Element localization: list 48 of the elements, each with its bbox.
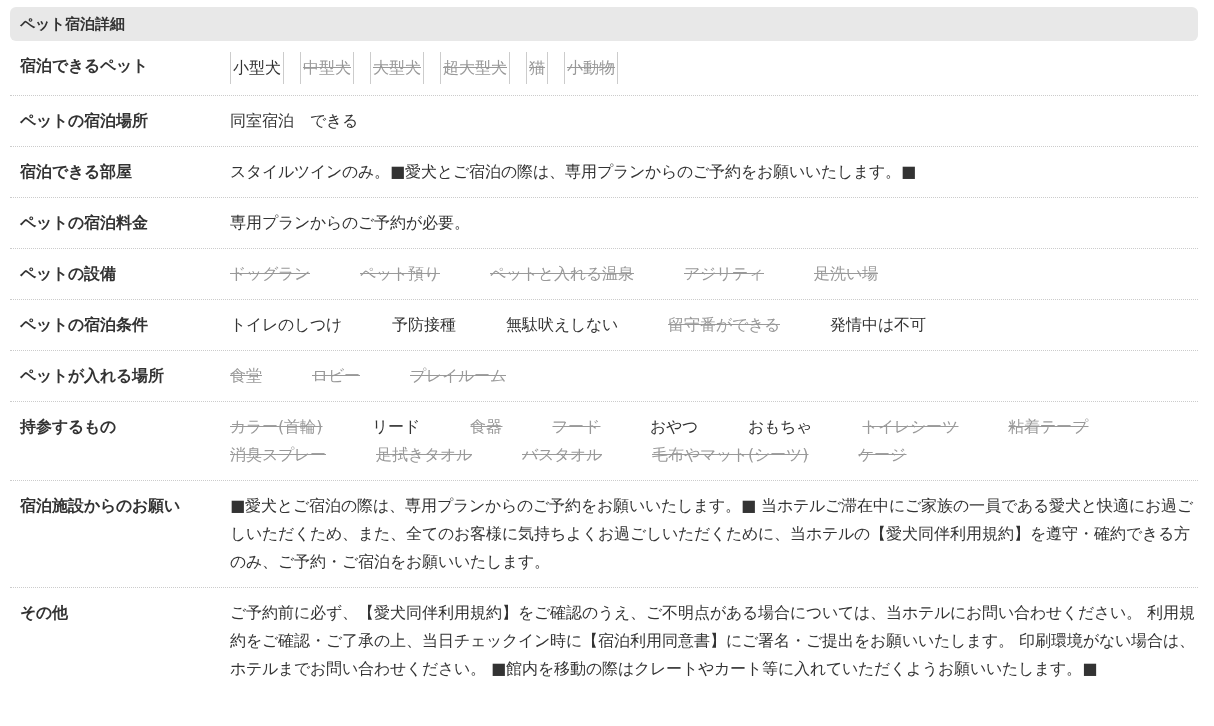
option-label: カラー(首輪) xyxy=(230,416,323,438)
row-label: 持参するもの xyxy=(20,417,116,436)
row-label: ペットの宿泊料金 xyxy=(20,213,148,232)
detail-text: スタイルツインのみ。■愛犬とご宿泊の際は、専用プランからのご予約をお願いいたします。■ xyxy=(230,161,918,183)
row-label: ペットの宿泊条件 xyxy=(20,315,148,334)
option-label: 食堂 xyxy=(230,365,262,387)
row-label: その他 xyxy=(20,603,68,622)
row-label: 宿泊施設からのお願い xyxy=(20,496,180,515)
option-label: ロビー xyxy=(312,365,360,387)
row-label: 宿泊できる部屋 xyxy=(20,162,132,181)
section-title: ペット宿泊詳細 xyxy=(20,15,125,33)
option-label: おもちゃ xyxy=(748,416,813,438)
option-label: 発情中は不可 xyxy=(830,314,926,336)
option-label: 留守番ができる xyxy=(668,314,780,336)
option-label: おやつ xyxy=(650,416,699,438)
option-label: 小動物 xyxy=(564,52,618,84)
option-label: 中型犬 xyxy=(300,52,354,84)
detail-text: 専用プランからのご予約が必要。 xyxy=(230,212,471,234)
option-label: トイレのしつけ xyxy=(230,314,342,336)
option-label: 消臭スプレー xyxy=(230,444,326,466)
option-label: バスタオル xyxy=(522,444,602,466)
option-label: 無駄吠えしない xyxy=(506,314,618,336)
option-label: トイレシーツ xyxy=(862,416,959,438)
option-label: フード xyxy=(552,416,601,438)
row-label: ペットの宿泊場所 xyxy=(20,111,148,130)
option-label: 粘着テープ xyxy=(1008,416,1089,438)
option-label: ペット預り xyxy=(360,263,440,285)
option-label: 超大型犬 xyxy=(440,52,510,84)
option-label: リード xyxy=(372,416,421,438)
option-label: 毛布やマット(シーツ) xyxy=(652,444,809,466)
row-label: ペットの設備 xyxy=(20,264,116,283)
option-label: 猫 xyxy=(526,52,548,84)
detail-text: ご予約前に必ず、【愛犬同伴利用規約】をご確認のうえ、ご不明点がある場合については、当ホテルにお問い合わせください。 利用規約をご確認・ご了承の上、当日チェックイン時に【宿泊利用同意書】にご署名・ご提出をお願いいたします。 印刷環境がない場合は、ホテルまでお問い合わせください。 ■館内を移動の際はクレートやカート等に入れていただくようお願いいたします。■ xyxy=(230,602,1197,680)
option-label: 大型犬 xyxy=(370,52,424,84)
option-label: 食器 xyxy=(470,416,503,438)
option-label: ドッグラン xyxy=(230,263,310,285)
detail-text: ■愛犬とご宿泊の際は、専用プランからのご予約をお願いいたします。■ 当ホテルご滞在中にご家族の一員である愛犬と快適にお過ごしいただくため、また、全てのお客様に気持ちよくお過ごしいただくために、当ホテルの【愛犬同伴利用規約】を遵守・確約できる方のみ、ご予約・ご宿泊をお願いいたします。 xyxy=(230,495,1195,573)
option-label: プレイルーム xyxy=(410,365,506,387)
option-label: ケージ xyxy=(858,444,907,466)
option-label: アジリティ xyxy=(684,263,764,285)
option-label: 小型犬 xyxy=(230,52,284,84)
option-label: 足拭きタオル xyxy=(376,444,472,466)
detail-text: 同室宿泊 できる xyxy=(230,110,359,132)
option-label: 足洗い場 xyxy=(814,263,878,285)
option-label: ペットと入れる温泉 xyxy=(490,263,634,285)
option-label: 予防接種 xyxy=(392,314,456,336)
row-label: 宿泊できるペット xyxy=(20,56,148,75)
row-label: ペットが入れる場所 xyxy=(20,366,164,385)
